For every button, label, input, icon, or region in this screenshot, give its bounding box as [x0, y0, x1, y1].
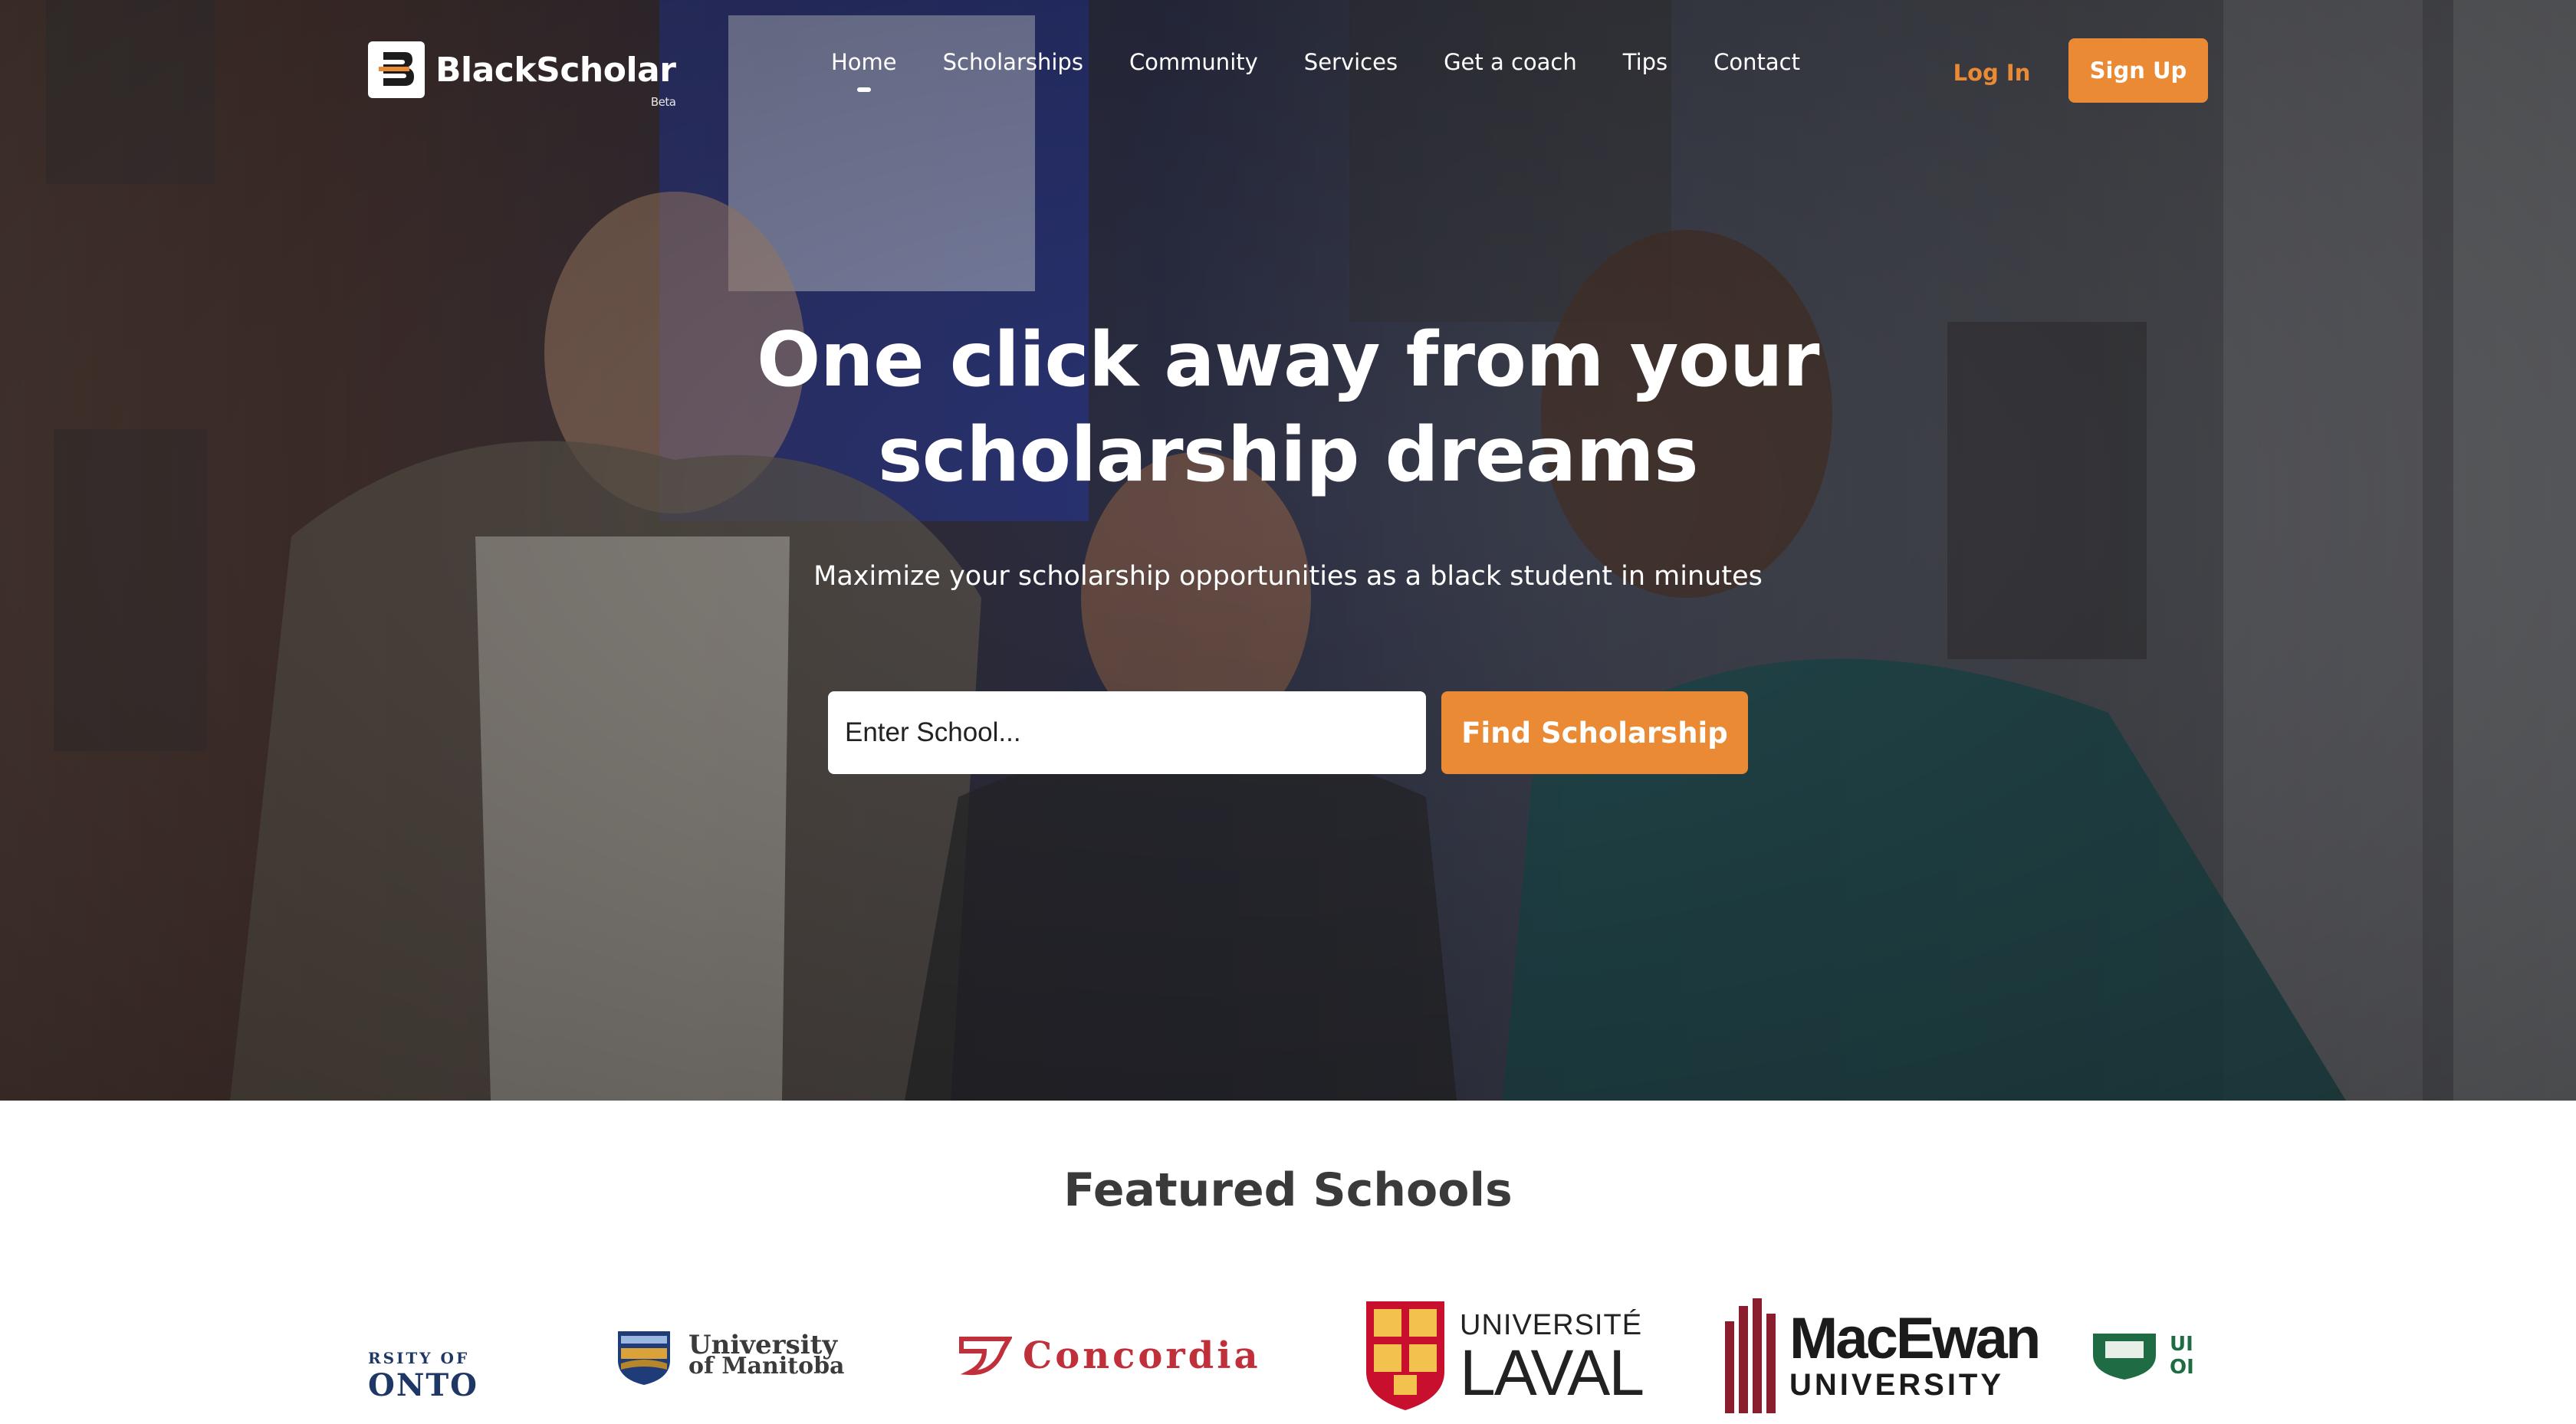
hero-headline: One click away from your scholarship dre… [598, 313, 1978, 503]
featured-schools-carousel: RSITY OF ONTO University of Manitoba Con… [368, 1288, 2208, 1424]
school-logo-manitoba[interactable]: University of Manitoba [613, 1288, 845, 1424]
manitoba-crest-icon [618, 1331, 670, 1385]
nav-community[interactable]: Community [1129, 49, 1258, 75]
hero-subtitle: Maximize your scholarship opportunities … [813, 561, 1763, 592]
nav-get-a-coach[interactable]: Get a coach [1444, 49, 1577, 75]
school-name-line-2: ONTO [368, 1367, 479, 1403]
beta-badge: Beta [650, 94, 676, 109]
nav-tips[interactable]: Tips [1623, 49, 1668, 75]
school-name-line-2: UNIVERSITY [1789, 1367, 2005, 1402]
nav-home[interactable]: Home [831, 49, 897, 75]
laval-crest-icon [1366, 1301, 1444, 1410]
brand-name: BlackScholar [435, 50, 676, 90]
school-logo-macewan[interactable]: MacEwan UNIVERSITY [1723, 1288, 2041, 1424]
nav-contact[interactable]: Contact [1714, 49, 1800, 75]
school-crest-icon [2093, 1334, 2156, 1380]
nav-services[interactable]: Services [1304, 49, 1398, 75]
school-logo-partial[interactable]: UI OI [2090, 1288, 2194, 1424]
signup-button[interactable]: Sign Up [2068, 38, 2208, 103]
featured-schools-title: Featured Schools [1063, 1163, 1513, 1217]
concordia-emblem-icon [959, 1337, 1012, 1376]
school-logo-concordia[interactable]: Concordia [958, 1288, 1261, 1424]
brand-logo[interactable]: BlackScholar Beta [368, 40, 676, 109]
find-scholarship-button[interactable]: Find Scholarship [1441, 691, 1748, 774]
school-name-line-2: OI [2170, 1356, 2194, 1379]
logo-icon [368, 41, 425, 98]
school-name-line-1: RSITY OF [368, 1349, 470, 1367]
school-name-line-1: Concordia [1023, 1334, 1261, 1377]
hero-section: BlackScholar Beta Home Scholarships Comm… [0, 0, 2576, 1101]
nav-scholarships[interactable]: Scholarships [943, 49, 1083, 75]
school-name-line-2: of Manitoba [688, 1353, 845, 1380]
school-name-line-2: LAVAL [1460, 1336, 1644, 1409]
top-navbar: BlackScholar Beta Home Scholarships Comm… [0, 0, 2576, 146]
school-name-line-1: UI [2170, 1333, 2193, 1356]
hero-headline-line-2: scholarship dreams [877, 412, 1699, 499]
hero-headline-line-1: One click away from your [757, 317, 1819, 404]
school-search-input[interactable] [828, 691, 1426, 774]
school-name-line-1: MacEwan [1789, 1305, 2041, 1371]
login-link[interactable]: Log In [1938, 46, 2045, 100]
school-logo-laval[interactable]: UNIVERSITÉ LAVAL [1363, 1288, 1644, 1424]
main-menu: Home Scholarships Community Services Get… [831, 49, 1846, 75]
macewan-bars-icon [1725, 1298, 1776, 1413]
hero-overlay [0, 0, 2576, 1101]
